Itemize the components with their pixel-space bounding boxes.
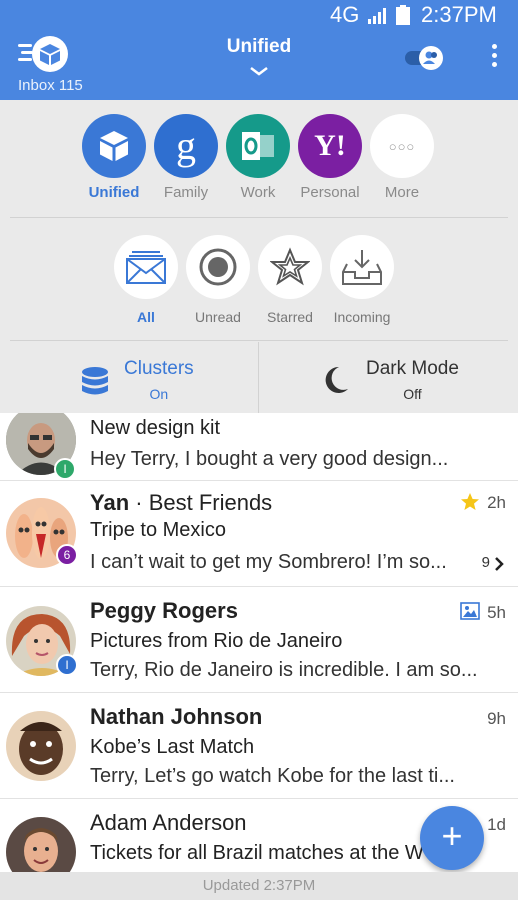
dark-mode-title: Dark Mode [366,358,459,379]
star-icon[interactable] [460,492,480,512]
account-work[interactable]: Work [219,114,297,201]
filter-starred[interactable]: Starred [249,235,331,325]
message-subject: New design kit [90,417,221,439]
sender-name: Adam Anderson [90,810,247,835]
account-drawer: Unified g Family Work Y! Personal ○○○ Mo… [0,100,518,413]
battery-icon [396,5,410,25]
account-badge: 6 [56,544,78,566]
signal-icon [368,8,386,24]
more-dots-icon: ○○○ [370,114,434,178]
moon-icon [325,366,348,393]
message-snippet: Hey Terry, I bought a very good design..… [90,448,449,470]
message-row[interactable]: I Peggy Rogers 5h Pictures from Rio de J… [0,587,518,693]
message-snippet: Terry, Rio de Janeiro is incredible. I a… [90,659,478,681]
app-header: Inbox 115 Unified [0,30,518,100]
account-label: More [384,184,420,201]
chevron-right-icon[interactable] [494,556,504,572]
filter-all[interactable]: All [105,235,187,325]
chevron-down-icon[interactable] [249,66,269,76]
message-subject: Pictures from Rio de Janeiro [90,630,343,652]
account-label: Family [163,184,209,201]
account-personal[interactable]: Y! Personal [291,114,369,201]
account-toggle-icon[interactable] [403,45,445,71]
dark-mode-state: Off [403,386,422,402]
updated-status: Updated 2:37PM [0,872,518,900]
inbox-count-label: Inbox 115 [18,77,83,94]
message-time: 9h [487,709,506,728]
database-icon [82,367,108,395]
cube-icon [82,114,146,178]
envelope-icon [114,235,178,299]
filter-label: Starred [267,309,313,325]
sender-name: Nathan Johnson [90,704,263,729]
compose-button[interactable]: + [420,806,484,870]
thread-count: 9 [481,554,490,571]
message-time: 1d [487,815,506,834]
filter-label: All [137,309,155,325]
message-list[interactable]: I New design kit Hey Terry, I bought a v… [0,413,518,872]
clusters-title: Clusters [124,358,194,379]
more-menu-icon[interactable] [488,44,500,74]
avatar [6,711,76,781]
network-type: 4G [330,2,360,27]
account-label: Unified [88,184,140,201]
clusters-state: On [149,386,169,402]
account-label: Personal [300,184,360,201]
message-time: 5h [487,603,506,622]
sender-group: · Best Friends [129,490,273,515]
account-unified[interactable]: Unified [75,114,153,201]
account-badge: I [56,654,78,676]
clusters-toggle[interactable]: Clusters On [0,342,258,413]
message-subject: Tripe to Mexico [90,519,226,541]
divider [10,217,508,218]
message-row[interactable]: I New design kit Hey Terry, I bought a v… [0,413,518,481]
image-attachment-icon [460,602,480,620]
sender-name: Peggy Rogers [90,598,238,623]
star-icon [258,235,322,299]
message-snippet: Terry, Let’s go watch Kobe for the last … [90,765,455,787]
google-icon: g [154,114,218,178]
outlook-icon [226,114,290,178]
message-subject: Tickets for all Brazil matches at the W [90,842,424,864]
record-icon [186,235,250,299]
dark-mode-toggle[interactable]: Dark Mode Off [259,342,518,413]
filter-unread[interactable]: Unread [177,235,259,325]
message-time: 2h [487,493,506,512]
account-more[interactable]: ○○○ More [363,114,441,201]
divider [10,340,508,341]
message-sender: Yan · Best Friends [90,490,272,516]
account-badge: I [54,458,76,480]
message-subject: Kobe’s Last Match [90,736,255,758]
account-label: Work [240,184,276,201]
message-row[interactable]: 6 Yan · Best Friends 2h Tripe to Mexico … [0,481,518,587]
filter-label: Incoming [333,309,391,325]
message-snippet: I can’t wait to get my Sombrero! I’m so.… [90,551,447,573]
account-family[interactable]: g Family [147,114,225,201]
status-time: 2:37PM [421,2,497,27]
filter-incoming[interactable]: Incoming [321,235,403,325]
message-row[interactable]: Nathan Johnson 9h Kobe’s Last Match Terr… [0,693,518,799]
inbox-tray-icon [330,235,394,299]
status-bar: 4G 2:37PM [0,0,518,30]
filter-label: Unread [195,309,241,325]
avatar [6,817,76,872]
yahoo-icon: Y! [298,114,362,178]
sender-name: Yan [90,490,130,515]
